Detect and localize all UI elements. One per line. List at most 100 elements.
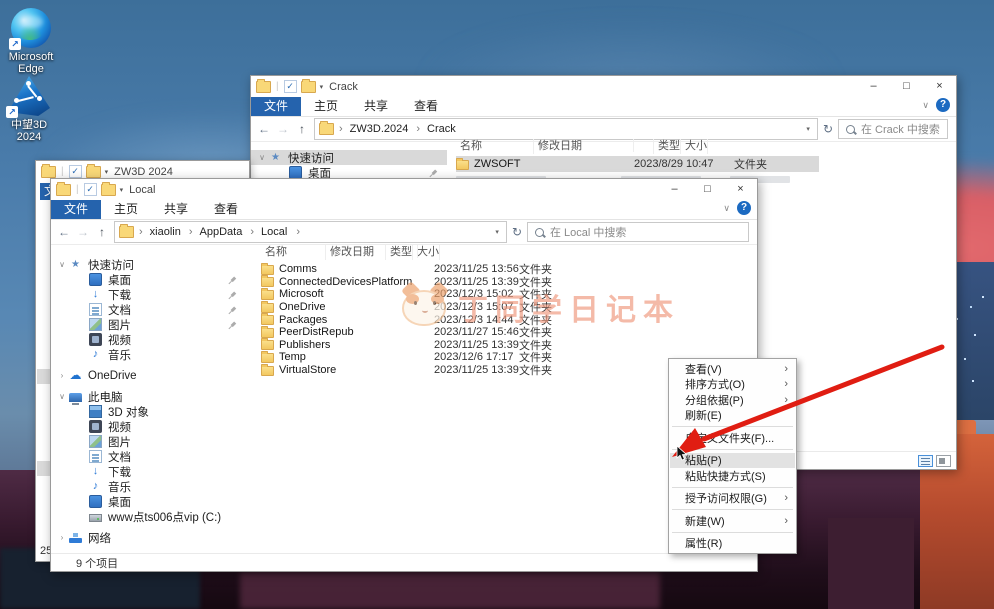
file-row[interactable]: Publishers 2023/11/25 13:39 文件夹 [261,339,757,352]
breadcrumb-segment[interactable]: AppData [185,226,246,238]
refresh-icon[interactable]: ↻ [823,122,833,136]
sidebar-item[interactable]: ∨ 快速访问 [251,150,447,165]
breadcrumb[interactable]: ZW3D.2024Crack ▾ [314,118,818,140]
expander-icon[interactable]: ∨ [57,260,67,269]
folder-icon[interactable] [86,166,101,178]
address-dropdown-icon[interactable]: ▾ [492,228,502,236]
search-input[interactable]: 在 Local 中搜索 [527,222,749,242]
sidebar-item[interactable]: ∨ 快速访问 [51,257,246,272]
sidebar-item[interactable]: 视频 [51,332,246,347]
ribbon-tab[interactable]: 主页 [301,97,351,116]
search-input[interactable]: 在 Crack 中搜索 [838,119,948,139]
pin-icon[interactable] [226,289,237,300]
maximize-button[interactable]: □ [691,179,724,199]
sidebar-item[interactable]: 文档 [51,302,246,317]
sidebar-item[interactable]: 音乐 [51,479,246,494]
checkmark-icon[interactable]: ✓ [84,183,97,196]
sidebar-item[interactable]: 图片 [51,317,246,332]
back-button[interactable]: ← [257,122,271,136]
checkmark-icon[interactable]: ✓ [284,80,297,93]
pin-icon[interactable] [226,274,237,285]
sidebar-item[interactable]: 图片 [51,434,246,449]
back-button[interactable]: ← [57,225,71,239]
up-button[interactable]: ↑ [295,122,309,136]
folder-icon[interactable] [301,81,316,93]
help-icon[interactable]: ? [737,201,751,215]
context-menu-item[interactable]: 授予访问权限(G) › [670,491,795,507]
expander-icon[interactable]: ∨ [257,153,267,162]
context-menu-item[interactable]: 新建(W) › [670,513,795,529]
sidebar-item[interactable]: 桌面 [51,272,246,287]
breadcrumb-segment[interactable]: xiaolin [135,226,185,238]
titlebar[interactable]: | ✓ ▾ Local – □ × [51,179,757,200]
file-row[interactable]: ConnectedDevicesPlatform 2023/11/25 13:3… [261,276,757,289]
context-menu-item[interactable] [672,449,793,450]
breadcrumb-segment[interactable]: Crack [412,123,459,135]
ribbon-tab[interactable]: 共享 [351,97,401,116]
minimize-button[interactable]: – [857,76,890,96]
sidebar-item[interactable]: 音乐 [51,347,246,362]
checkmark-icon[interactable]: ✓ [69,165,82,178]
breadcrumb[interactable]: xiaolinAppDataLocal ▾ [114,221,507,243]
ribbon-tab[interactable]: 主页 [101,200,151,219]
qat-dropdown-icon[interactable]: ▾ [120,186,124,194]
address-dropdown-icon[interactable]: ▾ [803,125,813,133]
context-menu-item[interactable]: 自定义文件夹(F)... [670,430,795,446]
ribbon-tab[interactable]: 查看 [201,200,251,219]
ribbon-tab[interactable]: 查看 [401,97,451,116]
sidebar-item[interactable]: 下载 [51,287,246,302]
file-row[interactable]: Microsoft 2023/12/3 15:02 文件夹 [261,288,757,301]
maximize-button[interactable]: □ [890,76,923,96]
qat-dropdown-icon[interactable]: ▾ [105,168,109,176]
file-row[interactable]: Comms 2023/11/25 13:56 文件夹 [261,263,757,276]
expander-icon[interactable]: › [57,533,67,542]
expander-icon[interactable]: ∨ [57,392,67,401]
details-view-icon[interactable] [918,455,933,467]
forward-button[interactable]: → [276,122,290,136]
pin-icon[interactable] [226,304,237,315]
column-header[interactable]: 名称 [456,139,534,154]
desktop-icon-zw3d[interactable]: ↗ 中望3D 2024 [0,76,58,143]
context-menu-item[interactable] [672,426,793,427]
column-header[interactable]: 类型 [654,139,681,154]
context-menu-item[interactable]: 属性(R) [670,536,795,552]
close-button[interactable]: × [923,76,956,96]
pin-icon[interactable] [427,167,438,178]
minimize-button[interactable]: – [658,179,691,199]
desktop-icon-edge[interactable]: ↗ Microsoft Edge [2,8,60,75]
breadcrumb-segment[interactable]: Local [246,226,291,238]
sidebar-item[interactable]: 桌面 [51,494,246,509]
sidebar-item[interactable]: 下载 [51,464,246,479]
ribbon-collapse-icon[interactable]: ∨ [723,203,730,214]
context-menu-item[interactable]: 刷新(E) [670,408,795,424]
column-header[interactable]: 名称 [261,245,326,260]
context-menu-item[interactable]: 粘贴快捷方式(S) [670,468,795,484]
context-menu-item[interactable] [672,487,793,488]
sidebar-item[interactable]: › OneDrive [51,368,246,383]
context-menu-item[interactable]: 分组依据(P) › [670,392,795,408]
file-row[interactable]: ZWSOFT 2023/8/29 10:47 文件夹 [456,156,819,172]
qat-dropdown-icon[interactable]: ▾ [320,83,324,91]
context-menu-item[interactable]: 查看(V) › [670,361,795,377]
up-button[interactable]: ↑ [95,225,109,239]
sidebar-item[interactable]: › 网络 [51,530,246,545]
thumbnail-view-icon[interactable] [936,455,951,467]
file-row[interactable]: OneDrive 2023/12/3 15:07 文件夹 [261,301,757,314]
context-menu-item[interactable] [672,532,793,533]
ribbon-tab[interactable]: 共享 [151,200,201,219]
pin-icon[interactable] [226,319,237,330]
expander-icon[interactable]: › [57,371,67,380]
context-menu-item[interactable] [672,509,793,510]
ribbon-tab[interactable]: 文件 [251,97,301,116]
titlebar[interactable]: | ✓ ▾ Crack – □ × [251,76,956,97]
file-row[interactable]: PeerDistRepub 2023/11/27 15:46 文件夹 [261,326,757,339]
ribbon-tab[interactable]: 文件 [51,200,101,219]
refresh-icon[interactable]: ↻ [512,225,522,239]
ribbon-collapse-icon[interactable]: ∨ [922,100,929,111]
sidebar-item[interactable]: www点ts006点vip (C:) [51,509,246,524]
sidebar-item[interactable]: 3D 对象 [51,404,246,419]
sidebar-item[interactable]: 视频 [51,419,246,434]
forward-button[interactable]: → [76,225,90,239]
file-row[interactable]: Packages 2023/12/3 14:44 文件夹 [261,313,757,326]
context-menu-item[interactable]: 排序方式(O) › [670,377,795,393]
